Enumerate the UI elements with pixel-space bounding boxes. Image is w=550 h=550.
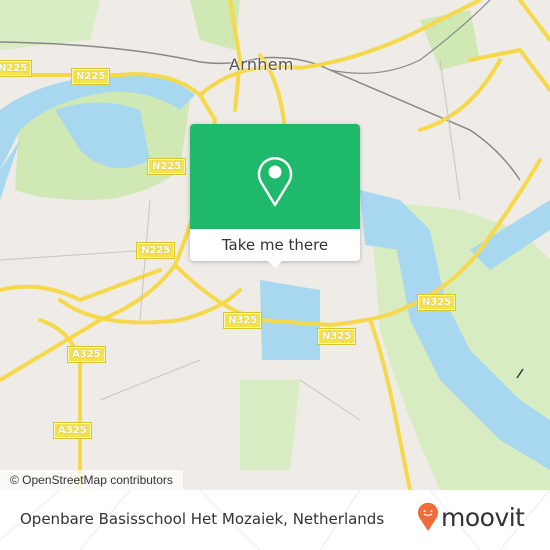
road-shield-a325: A325 bbox=[67, 346, 106, 363]
road-shield-n225: N225 bbox=[70, 68, 111, 85]
road-shield-n325: N325 bbox=[222, 312, 263, 329]
city-label-arnhem: Arnhem bbox=[229, 55, 294, 74]
destination-popup: Take me there bbox=[190, 124, 360, 268]
map-view[interactable]: Arnhem N225 N225 N225 N225 N325 N325 N32… bbox=[0, 0, 550, 490]
take-me-there-button[interactable]: Take me there bbox=[190, 229, 360, 261]
place-name: Openbare Basisschool Het Mozaiek, Nether… bbox=[20, 510, 385, 528]
road-shield-a325: A325 bbox=[53, 422, 92, 439]
popup-header bbox=[190, 124, 360, 229]
brand-name: moovit bbox=[441, 502, 525, 532]
map-pin-icon bbox=[257, 157, 293, 207]
moovit-logo[interactable]: moovit bbox=[417, 502, 525, 532]
road-shield-n325: N325 bbox=[316, 328, 357, 345]
road-shield-n225: N225 bbox=[146, 158, 187, 175]
popup-tail bbox=[268, 261, 282, 268]
footer-bar: Openbare Basisschool Het Mozaiek, Nether… bbox=[0, 490, 550, 550]
lake bbox=[360, 190, 400, 250]
park-area bbox=[240, 380, 300, 470]
road-shield-n225: N225 bbox=[135, 242, 176, 259]
map-attribution[interactable]: © OpenStreetMap contributors bbox=[0, 470, 183, 490]
road-shield-n225: N225 bbox=[0, 60, 33, 77]
road-shield-n325: N325 bbox=[416, 294, 457, 311]
moovit-pin-icon bbox=[418, 502, 438, 531]
